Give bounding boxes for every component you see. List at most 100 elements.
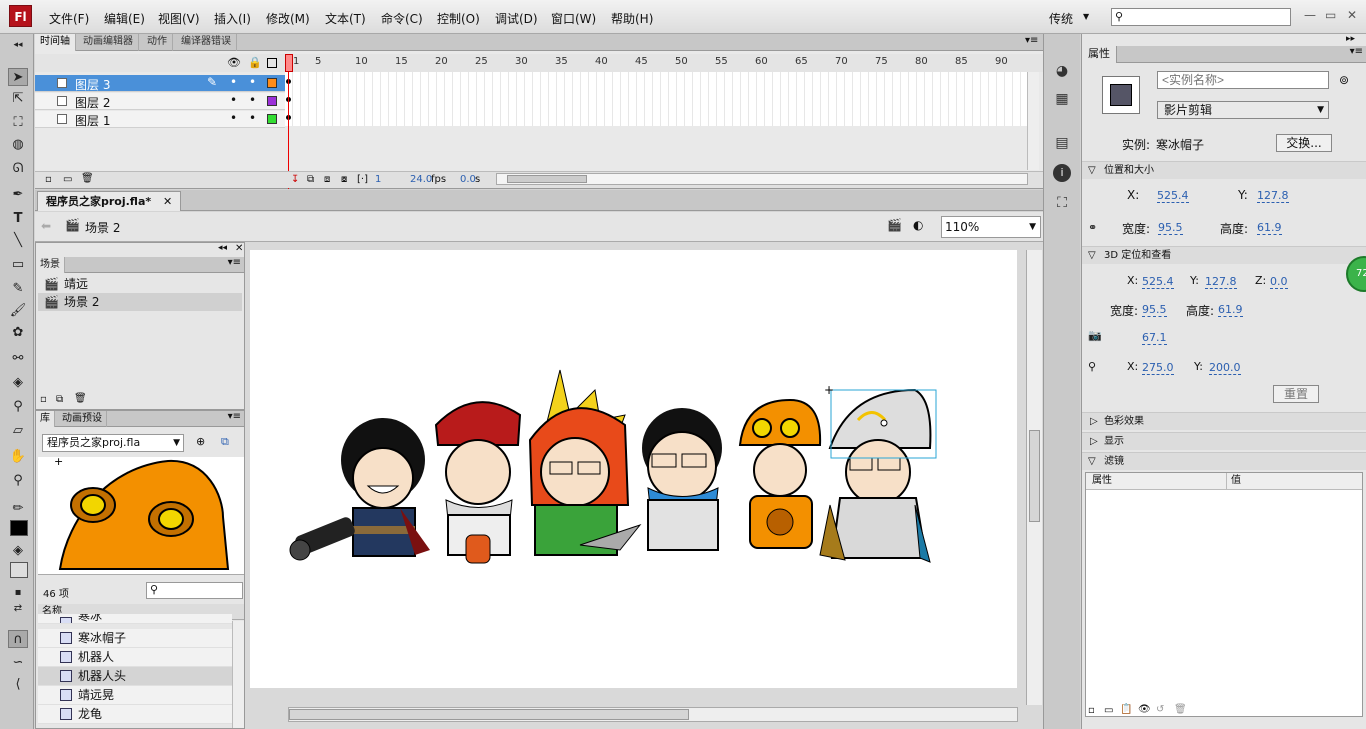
playhead[interactable] <box>285 54 293 189</box>
height3d-value[interactable]: 61.9 <box>1218 303 1243 317</box>
scene-item[interactable]: 🎬 场景 2 <box>38 293 242 311</box>
menu-edit[interactable]: 编辑(E) <box>104 10 145 27</box>
library-search-input[interactable]: ⚲ <box>146 582 243 599</box>
workspace-switcher[interactable]: 传统 <box>1049 10 1073 27</box>
help-search-input[interactable]: ⚲ <box>1111 8 1291 26</box>
timeline-horizontal-scrollbar[interactable] <box>496 173 1028 185</box>
menu-commands[interactable]: 命令(C) <box>381 10 423 27</box>
new-folder-icon[interactable]: ▭ <box>63 174 72 185</box>
width-value[interactable]: 95.5 <box>1158 221 1183 235</box>
timeline-vertical-scrollbar[interactable] <box>1027 72 1039 170</box>
pencil-tool-icon[interactable]: ✎ <box>8 280 28 298</box>
add-scene-icon[interactable]: ▫ <box>40 394 47 405</box>
tab-motion-presets[interactable]: 动画预设 <box>58 411 107 427</box>
add-filter-icon[interactable]: ▫ <box>1088 705 1095 716</box>
text-tool-icon[interactable]: T <box>8 210 28 228</box>
scene-item[interactable]: 🎬 靖远 <box>38 275 242 293</box>
bone-tool-icon[interactable]: ⚯ <box>8 350 28 368</box>
panel-menu-icon[interactable]: ▾≡ <box>1350 46 1363 57</box>
align-icon[interactable]: ▤ <box>1053 134 1071 152</box>
help-icon[interactable]: ⊚ <box>1339 73 1349 87</box>
fill-color-icon[interactable]: ◈ <box>8 542 28 560</box>
tab-motion-editor[interactable]: 动画编辑器 <box>78 34 139 51</box>
list-item[interactable]: 寒冰 <box>38 614 232 624</box>
elapsed-time[interactable]: 0.0 <box>460 174 476 185</box>
zoom-tool-icon[interactable]: ⚲ <box>8 472 28 490</box>
eraser-tool-icon[interactable]: ▱ <box>8 422 28 440</box>
panel-expand-icon[interactable]: ▸▸ <box>1346 34 1355 44</box>
library-scrollbar[interactable] <box>232 621 244 728</box>
transform-icon[interactable]: ⛶ <box>1053 194 1071 212</box>
lock-icon[interactable]: 🔒 <box>248 56 262 69</box>
new-layer-icon[interactable]: ▫ <box>45 174 52 185</box>
section-filters[interactable]: ▽ 滤镜 <box>1082 452 1366 470</box>
chevron-down-icon[interactable]: ▼ <box>1029 217 1036 237</box>
subselection-tool-icon[interactable]: ⇱ <box>8 90 28 108</box>
menu-view[interactable]: 视图(V) <box>158 10 200 27</box>
section-3d[interactable]: ▽ 3D 定位和查看 <box>1082 246 1366 264</box>
chevron-down-icon[interactable]: ▼ <box>173 435 180 451</box>
symbol-type-select[interactable]: 影片剪辑 ▼ <box>1157 101 1329 119</box>
vanishing-x-value[interactable]: 275.0 <box>1142 361 1174 375</box>
list-item[interactable]: 靖远晃 <box>38 686 232 705</box>
new-library-icon[interactable]: ⧉ <box>221 435 229 449</box>
line-tool-icon[interactable]: ╲ <box>8 232 28 250</box>
selection-tool-icon[interactable]: ➤ <box>8 68 28 86</box>
delete-scene-icon[interactable]: 🗑 <box>74 393 87 404</box>
instance-name-input[interactable] <box>1157 71 1329 89</box>
layer-row[interactable]: 图层 1 • • <box>35 111 285 128</box>
section-position-size[interactable]: ▽ 位置和大小 <box>1082 161 1366 179</box>
y-value[interactable]: 127.8 <box>1257 189 1289 203</box>
section-color-effect[interactable]: ▷ 色彩效果 <box>1082 412 1366 430</box>
menu-file[interactable]: 文件(F) <box>49 10 89 27</box>
scroll-thumb[interactable] <box>289 709 689 720</box>
edit-symbols-icon[interactable]: ◐ <box>913 218 923 232</box>
stage-vertical-scrollbar[interactable] <box>1026 250 1042 705</box>
info-icon[interactable]: i <box>1053 164 1071 182</box>
fill-swatch[interactable] <box>10 562 28 578</box>
menu-debug[interactable]: 调试(D) <box>495 10 538 27</box>
tab-compiler-errors[interactable]: 编译器错误 <box>176 34 237 51</box>
maximize-icon[interactable]: ▭ <box>1325 8 1336 22</box>
layer-outline-color[interactable] <box>267 78 277 88</box>
chevron-down-icon[interactable]: ▼ <box>1317 102 1324 118</box>
list-item[interactable]: 机器人 <box>38 648 232 667</box>
visibility-dot[interactable]: • <box>230 111 237 125</box>
pin-icon[interactable]: ⊕ <box>196 435 205 448</box>
stroke-swatch[interactable] <box>10 520 28 536</box>
pen-tool-icon[interactable]: ✒ <box>8 186 28 204</box>
tab-actions[interactable]: 动作 <box>142 34 173 51</box>
close-icon[interactable]: ✕ <box>235 243 243 254</box>
clipboard-icon[interactable]: 📋 <box>1120 704 1132 715</box>
stage-horizontal-scrollbar[interactable] <box>288 707 1018 722</box>
stage[interactable]: + <box>250 250 1017 688</box>
reset-filter-icon[interactable]: ↺ <box>1156 704 1164 715</box>
menu-window[interactable]: 窗口(W) <box>551 10 596 27</box>
x3d-value[interactable]: 525.4 <box>1142 275 1174 289</box>
visibility-dot[interactable]: • <box>230 93 237 107</box>
lock-dot[interactable]: • <box>249 93 256 107</box>
paint-bucket-tool-icon[interactable]: ◈ <box>8 374 28 392</box>
tab-library[interactable]: 库 <box>36 411 55 427</box>
menu-text[interactable]: 文本(T) <box>325 10 366 27</box>
eyedropper-tool-icon[interactable]: ⚲ <box>8 398 28 416</box>
duplicate-scene-icon[interactable]: ⧉ <box>56 394 63 405</box>
delete-filter-icon[interactable]: 🗑 <box>1174 704 1187 715</box>
library-document-select[interactable]: 程序员之家proj.fla ▼ <box>42 434 184 452</box>
panel-menu-icon[interactable]: ▾≡ <box>228 257 241 268</box>
filter-presets-icon[interactable]: ▭ <box>1104 705 1113 716</box>
perspective-angle-value[interactable]: 67.1 <box>1142 331 1167 345</box>
x-value[interactable]: 525.4 <box>1157 189 1189 203</box>
minimize-icon[interactable]: — <box>1304 8 1316 22</box>
menu-help[interactable]: 帮助(H) <box>611 10 653 27</box>
enable-filter-icon[interactable]: 👁 <box>1138 704 1151 715</box>
vanishing-y-value[interactable]: 200.0 <box>1209 361 1241 375</box>
hand-tool-icon[interactable]: ✋ <box>8 448 28 466</box>
z3d-value[interactable]: 0.0 <box>1270 275 1288 289</box>
tab-scene[interactable]: 场景 <box>36 257 65 273</box>
onion-markers-icon[interactable]: [·] <box>357 174 368 185</box>
close-icon[interactable]: ✕ <box>163 195 172 208</box>
rectangle-tool-icon[interactable]: ▭ <box>8 256 28 274</box>
tab-timeline[interactable]: 时间轴 <box>35 34 76 51</box>
width3d-value[interactable]: 95.5 <box>1142 303 1167 317</box>
